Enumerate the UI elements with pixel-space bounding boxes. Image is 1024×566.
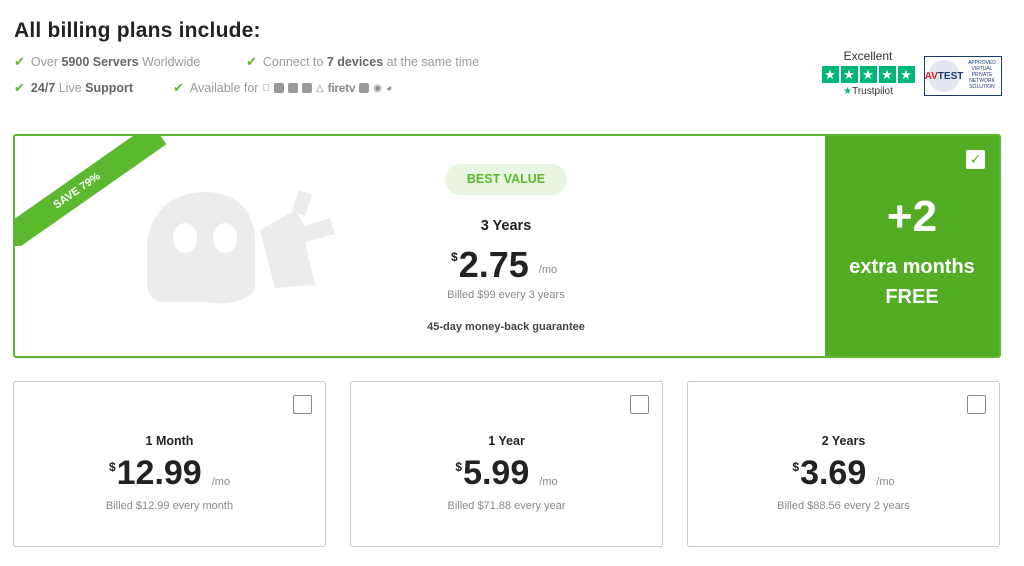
feature-platforms: ✔ Available for  △ firetv ◉ ◕	[173, 80, 392, 96]
android-icon	[273, 83, 284, 93]
bonus-free-text: FREE	[885, 286, 939, 308]
trustpilot-widget[interactable]: Excellent ★ ★ ★ ★ ★ ★Trustpilot	[820, 49, 916, 97]
plan-term: 1 Month	[145, 434, 194, 448]
plan-price: $ 3.69 /mo	[688, 454, 999, 493]
billing-note: Billed $99 every 3 years	[447, 289, 565, 301]
plan-term: 1 Year	[488, 434, 525, 448]
price-amount: 2.75	[458, 244, 529, 285]
currency-symbol: $	[451, 250, 458, 264]
chrome-icon: ◉	[365, 82, 382, 94]
feature-support: ✔ 24/7 Live Support	[14, 80, 134, 95]
plan-card-2-years[interactable]: 2 Years $ 3.69 /mo Billed $88.56 every 2…	[687, 381, 1000, 547]
star-icon: ★	[821, 66, 839, 83]
bonus-panel: ✓ +2 extra months FREE	[825, 136, 999, 356]
av-test-text: APPROVED VIRTUAL PRIVATE NETWORK SOLUTIO…	[968, 60, 996, 90]
apple-icon: 	[262, 83, 270, 94]
check-icon: ✔	[246, 54, 257, 69]
trustpilot-brand: ★Trustpilot	[843, 86, 893, 97]
price-period: /mo	[539, 476, 558, 488]
plan-card-1-month[interactable]: 1 Month $ 12.99 /mo Billed $12.99 every …	[13, 381, 326, 547]
bonus-months-count: +2	[886, 192, 938, 241]
feature-servers: ✔ Over 5900 Servers Worldwide	[14, 54, 201, 69]
save-ribbon: SAVE 79%	[15, 136, 167, 246]
plan-checkbox[interactable]	[630, 395, 649, 414]
linux-icon: △	[308, 82, 324, 94]
check-icon: ✔	[14, 80, 25, 95]
star-icon: ★	[897, 66, 915, 83]
check-icon: ✔	[173, 80, 184, 95]
billing-note: Billed $71.88 every year	[447, 500, 566, 512]
platform-icons:  △ firetv ◉ ◕	[262, 81, 392, 95]
best-value-badge: BEST VALUE	[445, 164, 567, 195]
price-amount: 12.99	[116, 454, 202, 492]
av-test-logo: AV TEST	[925, 60, 963, 92]
price-period: /mo	[211, 476, 231, 488]
trustpilot-star-icon: ★	[843, 86, 853, 97]
price-amount: 3.69	[800, 454, 867, 492]
check-icon: ✔	[14, 54, 25, 69]
ios-icon	[287, 83, 298, 93]
trustpilot-rating: Excellent	[843, 49, 893, 63]
currency-symbol: $	[455, 460, 463, 474]
star-icon: ★	[878, 66, 896, 83]
star-icon: ★	[859, 66, 877, 83]
router-icon	[359, 83, 370, 93]
plan-checkbox[interactable]	[293, 395, 312, 414]
ghost-mascot-icon	[147, 190, 335, 304]
av-test-badge: AV TEST APPROVED VIRTUAL PRIVATE NETWORK …	[924, 56, 1002, 96]
page-title: All billing plans include:	[14, 19, 261, 42]
featured-plan-card[interactable]: SAVE 79% BEST VALUE 3 Years $ 2.75 /mo B…	[13, 134, 1001, 358]
firetv-icon: firetv	[320, 81, 356, 95]
windows-icon	[301, 83, 312, 93]
plan-price: $ 5.99 /mo	[351, 454, 662, 493]
firefox-icon: ◕	[386, 83, 392, 94]
billing-note: Billed $88.56 every 2 years	[777, 500, 910, 512]
trustpilot-stars: ★ ★ ★ ★ ★	[820, 66, 916, 83]
billing-note: Billed $12.99 every month	[105, 500, 234, 512]
plan-checkbox[interactable]	[967, 395, 986, 414]
plan-price: $ 12.99 /mo	[14, 454, 325, 493]
price-period: /mo	[538, 264, 558, 276]
bonus-text: extra months	[849, 256, 975, 278]
plan-card-1-year[interactable]: 1 Year $ 5.99 /mo Billed $71.88 every ye…	[350, 381, 663, 547]
money-back-guarantee: 45-day money-back guarantee	[427, 321, 585, 333]
plan-term: 2 Years	[821, 434, 866, 448]
star-icon: ★	[840, 66, 858, 83]
feature-devices: ✔ Connect to 7 devices at the same time	[246, 54, 480, 69]
currency-symbol: $	[792, 460, 800, 474]
plan-checkbox-checked[interactable]: ✓	[966, 150, 985, 169]
plan-term: 3 Years	[480, 218, 532, 234]
price-period: /mo	[876, 476, 895, 488]
currency-symbol: $	[108, 460, 116, 474]
price-amount: 5.99	[463, 454, 530, 492]
plan-price: $ 2.75 /mo	[451, 244, 557, 286]
